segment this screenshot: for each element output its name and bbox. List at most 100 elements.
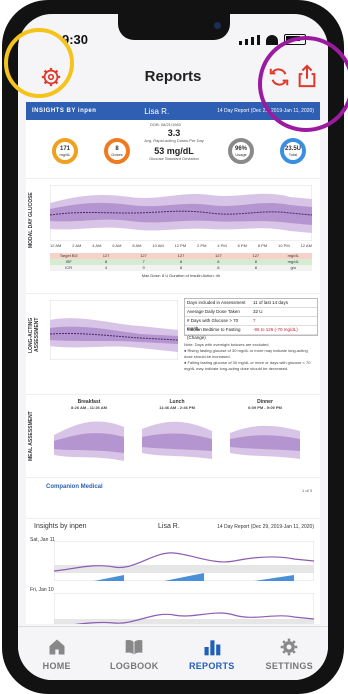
tab-settings[interactable]: SETTINGS — [251, 627, 329, 680]
wifi-icon — [266, 35, 278, 45]
long-acting-chart — [50, 300, 178, 360]
cell: 8 — [179, 265, 183, 270]
settings-table: Target BG 127 127 127 127 127 mg/dL ISF 8 7 8 8 8 mg… — [50, 253, 312, 278]
glucose-sd-value: 53 mg/dL — [154, 146, 194, 156]
max-dose-note: Max Dose: 8 U Duration of Insulin Action… — [141, 273, 221, 278]
modal-day-label: MODAL DAY GLUCOSE — [28, 192, 34, 248]
tab-settings-label: SETTINGS — [265, 661, 313, 671]
signal-bar — [245, 39, 248, 45]
time-tick: 10 PM — [278, 243, 290, 248]
tab-home-label: HOME — [42, 661, 71, 671]
daily-section: Insights by inpen Lisa R. 14 Day Report … — [26, 519, 320, 624]
time-tick: 8 AM — [132, 243, 142, 248]
lat-key: Median Bedtime to Fasting (Change) — [187, 327, 241, 340]
signal-icon — [239, 41, 242, 45]
tab-reports-label: REPORTS — [188, 661, 235, 671]
long-acting-table: Days included in Assessment 11 of last 14… — [184, 298, 318, 340]
gauge-unit: Doses — [111, 151, 123, 157]
time-tick: 4 AM — [92, 243, 102, 248]
lat-key: # Days with Glucose > 70 mg/dL — [187, 318, 239, 331]
home-icon — [49, 639, 65, 655]
icr-row: ICR 4 9 8 8 8 g/u — [50, 265, 312, 271]
camera — [214, 22, 221, 29]
variation-gauge: 96% Usage — [228, 138, 254, 164]
tab-logbook[interactable]: LOGBOOK — [96, 627, 174, 680]
cell: g/u — [290, 265, 297, 270]
time-tick: 2 PM — [197, 243, 207, 248]
cell: 8 — [254, 265, 257, 270]
daily-brand: Insights by inpen — [34, 523, 87, 530]
time-tick: 6 PM — [237, 243, 247, 248]
highlight-circle-yellow — [4, 28, 74, 98]
time-tick: 12 AM — [50, 243, 62, 248]
lat-value: 11 of last 14 days — [253, 300, 288, 305]
meal-time: 11:46 AM - 2:46 PM — [159, 405, 195, 410]
note-line: ● Rising fasting glucose of 30 mg/dL or … — [184, 348, 308, 359]
gauge-unit: Total — [288, 151, 298, 157]
lat-row: Median Bedtime to Fasting (Change) -95 to… — [185, 326, 317, 340]
daily-chart-2 — [54, 593, 314, 624]
signal-bar — [251, 37, 254, 45]
lat-value: 32 U — [253, 309, 263, 314]
meal-time: 8:26 AM - 11:26 AM — [71, 405, 107, 410]
daily-period: 14 Day Report (Dec 29, 2019-Jan 11, 2020… — [217, 524, 314, 530]
meal-dinner-title: Dinner 6:09 PM - 9:09 PM — [230, 399, 300, 410]
report-brand: INSIGHTS BY inpen — [32, 108, 97, 114]
lat-row: # Days with Glucose > 70 mg/dL 7 — [185, 317, 317, 331]
cell: 9 — [142, 265, 145, 270]
lat-value: 7 — [253, 318, 256, 323]
center-metrics: 3.3 Avg. Rapid-acting Doses Per Day 53 m… — [144, 128, 204, 161]
gauge-unit: mg/dL — [59, 151, 71, 157]
meal-time: 6:09 PM - 9:09 PM — [248, 405, 282, 410]
day-label: Fri, Jan 10 — [30, 587, 54, 593]
meal-charts — [54, 421, 300, 461]
time-tick: 4 PM — [217, 243, 227, 248]
page-footer: Companion Medical 1 of 3 — [26, 478, 320, 519]
page-title: Reports — [144, 67, 202, 85]
book-icon — [125, 640, 143, 655]
time-tick: 12 AM — [300, 243, 312, 248]
time-tick: 12 PM — [174, 243, 187, 248]
notch — [118, 14, 230, 40]
long-acting-notes: Note: Days with overnight boluses are ex… — [184, 342, 316, 372]
avg-doses-label: Avg. Rapid-acting Doses Per Day — [144, 138, 204, 143]
lat-value: -95 to 126 (-70 mg/dL) — [253, 327, 298, 332]
time-axis: 12 AM 2 AM 4 AM 6 AM 8 AM 10 AM 12 PM 2 PM 4 PM 6… — [50, 243, 312, 248]
cell: ICR — [65, 265, 73, 270]
gauge-unit: Usage — [235, 151, 247, 157]
lat-row: Average Daily Dose Taken 32 U — [185, 308, 317, 317]
modal-day-chart — [50, 185, 312, 241]
note-line: ● Falling fasting glucose of 30 mg/dL or… — [184, 360, 311, 371]
modal-day-section: MODAL DAY GLUCOSE 12 AM 2 AM 4 AM 6 AM 8 AM 1… — [26, 179, 320, 294]
bar-chart-icon — [204, 640, 221, 656]
day-label: Sat, Jan 11 — [30, 537, 55, 543]
daily-chart-1 — [54, 541, 314, 581]
lat-key: Average Daily Dose Taken — [187, 309, 240, 314]
lat-key: Days included in Assessment — [187, 300, 246, 305]
gear-icon — [280, 638, 298, 656]
lat-row: Days included in Assessment 11 of last 14… — [185, 299, 317, 308]
tab-logbook-label: LOGBOOK — [109, 661, 159, 671]
time-tick: 8 PM — [257, 243, 268, 248]
time-tick: 6 AM — [112, 243, 122, 248]
tab-reports[interactable]: REPORTS — [173, 627, 251, 680]
summary-metrics: 171 mg/dL 8 Doses 3.3 Avg. Rapid-acting … — [26, 120, 320, 179]
daily-name: Lisa R. — [158, 523, 180, 530]
meal-breakfast-title: Breakfast 8:26 AM - 11:26 AM — [54, 399, 124, 410]
avg-doses-value: 3.3 — [167, 128, 181, 138]
cell: 4 — [105, 265, 108, 270]
patient-name: Lisa R. — [144, 106, 170, 116]
report-preview[interactable]: INSIGHTS BY inpen Lisa R. 14 Day Report … — [26, 102, 320, 624]
time-tick: 2 AM — [72, 243, 82, 248]
total-insulin-gauge: 23.5U Total — [280, 138, 306, 164]
highlight-circle-purple — [258, 36, 348, 132]
meal-label: MEAL ASSESSMENT — [28, 411, 34, 461]
meal-lunch-title: Lunch 11:46 AM - 2:46 PM — [142, 399, 212, 410]
average-glucose-gauge: 171 mg/dL — [52, 138, 78, 164]
missed-doses-gauge: 8 Doses — [104, 138, 130, 164]
long-acting-section: LONG-ACTING ASSESSMENT Days included in … — [26, 294, 320, 395]
companion-logo: Companion Medical — [46, 484, 103, 490]
glucose-sd-label: Glucose Standard Deviation — [149, 156, 199, 161]
tab-bar: HOME LOGBOOK REPORTS SETTINGS — [18, 626, 328, 680]
tab-home[interactable]: HOME — [18, 627, 96, 680]
